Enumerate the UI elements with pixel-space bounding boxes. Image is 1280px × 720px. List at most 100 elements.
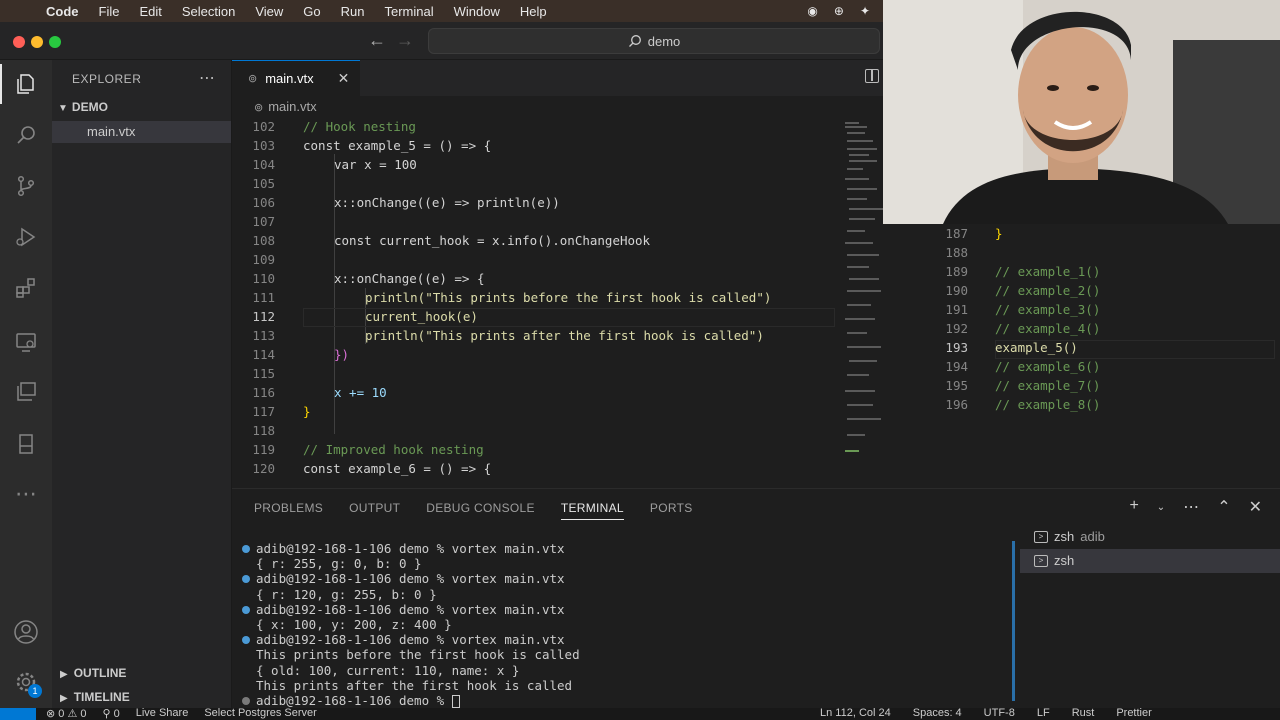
language-status[interactable]: Rust [1072,708,1095,719]
terminal-item-1[interactable]: > zsh adib [1020,525,1280,549]
code-text: const current_hook = x.info().onChangeHo… [334,233,651,248]
remote-explorer-icon[interactable] [12,328,40,356]
code-line: 109 [232,250,842,269]
chevron-down-icon[interactable]: ⌄ [1157,497,1165,519]
accounts-icon[interactable] [12,618,40,646]
tab-ports[interactable]: PORTS [650,501,693,520]
postgres-status[interactable]: Select Postgres Server [204,708,317,720]
breadcrumb[interactable]: ⊚ main.vtx [232,96,883,118]
encoding-status[interactable]: UTF-8 [984,708,1015,719]
layers-icon[interactable] [12,378,40,406]
file-item-main-vtx[interactable]: main.vtx [52,121,231,143]
workspace-folder[interactable]: ▼ DEMO [58,100,108,114]
line-number: 114 [252,347,275,362]
menu-view[interactable]: View [255,4,283,19]
back-arrow-icon[interactable]: ← [368,30,386,51]
more-icon[interactable]: ⋯ [12,480,40,508]
maximize-window-button[interactable] [49,36,61,48]
terminal-text: adib@192-168-1-106 demo % [256,693,452,709]
close-tab-icon[interactable]: ✕ [338,70,350,87]
terminal-output[interactable]: adib@192-168-1-106 demo % vortex main.vt… [240,541,1010,709]
more-actions-icon[interactable]: ⋯ [199,68,215,88]
line-number: 110 [252,271,275,286]
run-debug-icon[interactable] [12,223,40,251]
menu-app-name[interactable]: Code [46,4,79,19]
terminal-item-2[interactable]: > zsh [1020,549,1280,573]
code-text: const example_6 = () => { [303,461,492,476]
tab-main-vtx[interactable]: ⊚ main.vtx ✕ [232,60,360,96]
terminal-line: { r: 120, g: 255, b: 0 } [240,587,1010,602]
tab-terminal[interactable]: TERMINAL [560,501,624,520]
record-icon[interactable]: ◉ [807,4,817,18]
extensions-icon[interactable] [12,274,40,302]
cursor-position-status[interactable]: Ln 112, Col 24 [820,708,891,719]
globe-icon[interactable]: ⊕ [834,4,844,18]
line-number: 115 [252,366,275,381]
minimize-window-button[interactable] [31,36,43,48]
command-decoration-icon [242,605,250,614]
file-type-icon: ⊚ [254,102,264,114]
code-text: // Hook nesting [303,119,416,134]
remote-indicator[interactable] [0,708,36,720]
terminal-line: { old: 100, current: 110, name: x } [240,663,1010,678]
outline-label: OUTLINE [73,666,127,680]
explorer-icon[interactable] [12,70,40,98]
command-center-search[interactable]: demo [428,28,880,54]
outline-section[interactable]: ▶ OUTLINE [60,666,126,680]
new-terminal-icon[interactable]: + [1129,497,1138,519]
menu-help[interactable]: Help [520,4,547,19]
line-number: 103 [252,138,275,153]
terminal-cursor [451,695,460,709]
close-window-button[interactable] [13,36,25,48]
eol-status[interactable]: LF [1037,708,1050,719]
terminal-line: adib@192-168-1-106 demo % vortex main.vt… [240,541,1010,556]
more-actions-icon[interactable]: ⋯ [1183,497,1199,519]
code-editor[interactable]: 102 // Hook nesting 103 const example_5 = … [232,118,883,488]
split-editor-icon[interactable] [865,69,879,83]
maximize-panel-icon[interactable]: ⌃ [1217,497,1230,519]
code-line: 114}) [232,345,842,364]
panel-actions: + ⌄ ⋯ ⌃ ✕ [1129,497,1262,519]
menu-run[interactable]: Run [341,4,365,19]
terminal-line: adib@192-168-1-106 demo % vortex main.vt… [240,632,1010,647]
tab-output[interactable]: OUTPUT [349,501,400,520]
line-number: 105 [252,176,275,191]
source-control-icon[interactable] [12,172,40,200]
file-name: main.vtx [87,124,136,139]
butterfly-icon[interactable]: ✦ [860,4,870,18]
live-share-status[interactable]: Live Share [136,708,189,720]
line-number: 194 [945,359,968,374]
search-icon [628,35,641,47]
terminal-text: adib@192-168-1-106 demo % vortex main.vt… [256,571,565,587]
prettier-status[interactable]: Prettier [1116,708,1151,719]
search-icon[interactable] [12,121,40,149]
terminal-scrollbar[interactable] [1012,541,1015,701]
problems-status[interactable]: ⊗ 0 ⚠ 0 [46,708,86,720]
close-panel-icon[interactable]: ✕ [1249,497,1262,519]
menu-edit[interactable]: Edit [139,4,161,19]
terminal-line: This prints after the first hook is call… [240,678,1010,693]
line-number: 112 [252,309,275,324]
forward-arrow-icon[interactable]: → [396,30,414,51]
ports-status[interactable]: ⚲ 0 [102,708,119,720]
secondary-editor[interactable]: 187} 188 189 // example_1() 190 // example… [926,224,1280,488]
line-number: 191 [945,302,968,317]
webcam-overlay [883,0,1280,224]
menu-selection[interactable]: Selection [182,4,235,19]
tab-debug-console[interactable]: DEBUG CONSOLE [426,501,535,520]
menu-go[interactable]: Go [303,4,320,19]
menu-terminal[interactable]: Terminal [385,4,434,19]
code-line: 188 [926,243,1280,262]
code-text: }) [334,347,350,362]
menu-file[interactable]: File [99,4,120,19]
tab-problems[interactable]: PROBLEMS [254,501,323,520]
menu-window[interactable]: Window [454,4,500,19]
terminal-line: adib@192-168-1-106 demo % [240,693,1010,709]
code-line: 102 // Hook nesting [232,118,842,136]
indentation-status[interactable]: Spaces: 4 [913,708,962,719]
notebook-icon[interactable] [12,430,40,458]
minimap[interactable] [843,118,883,468]
terminal-text: adib@192-168-1-106 demo % vortex main.vt… [256,632,565,648]
timeline-section[interactable]: ▶ TIMELINE [60,690,130,704]
code-text: const example_5 = () => { [303,138,492,153]
